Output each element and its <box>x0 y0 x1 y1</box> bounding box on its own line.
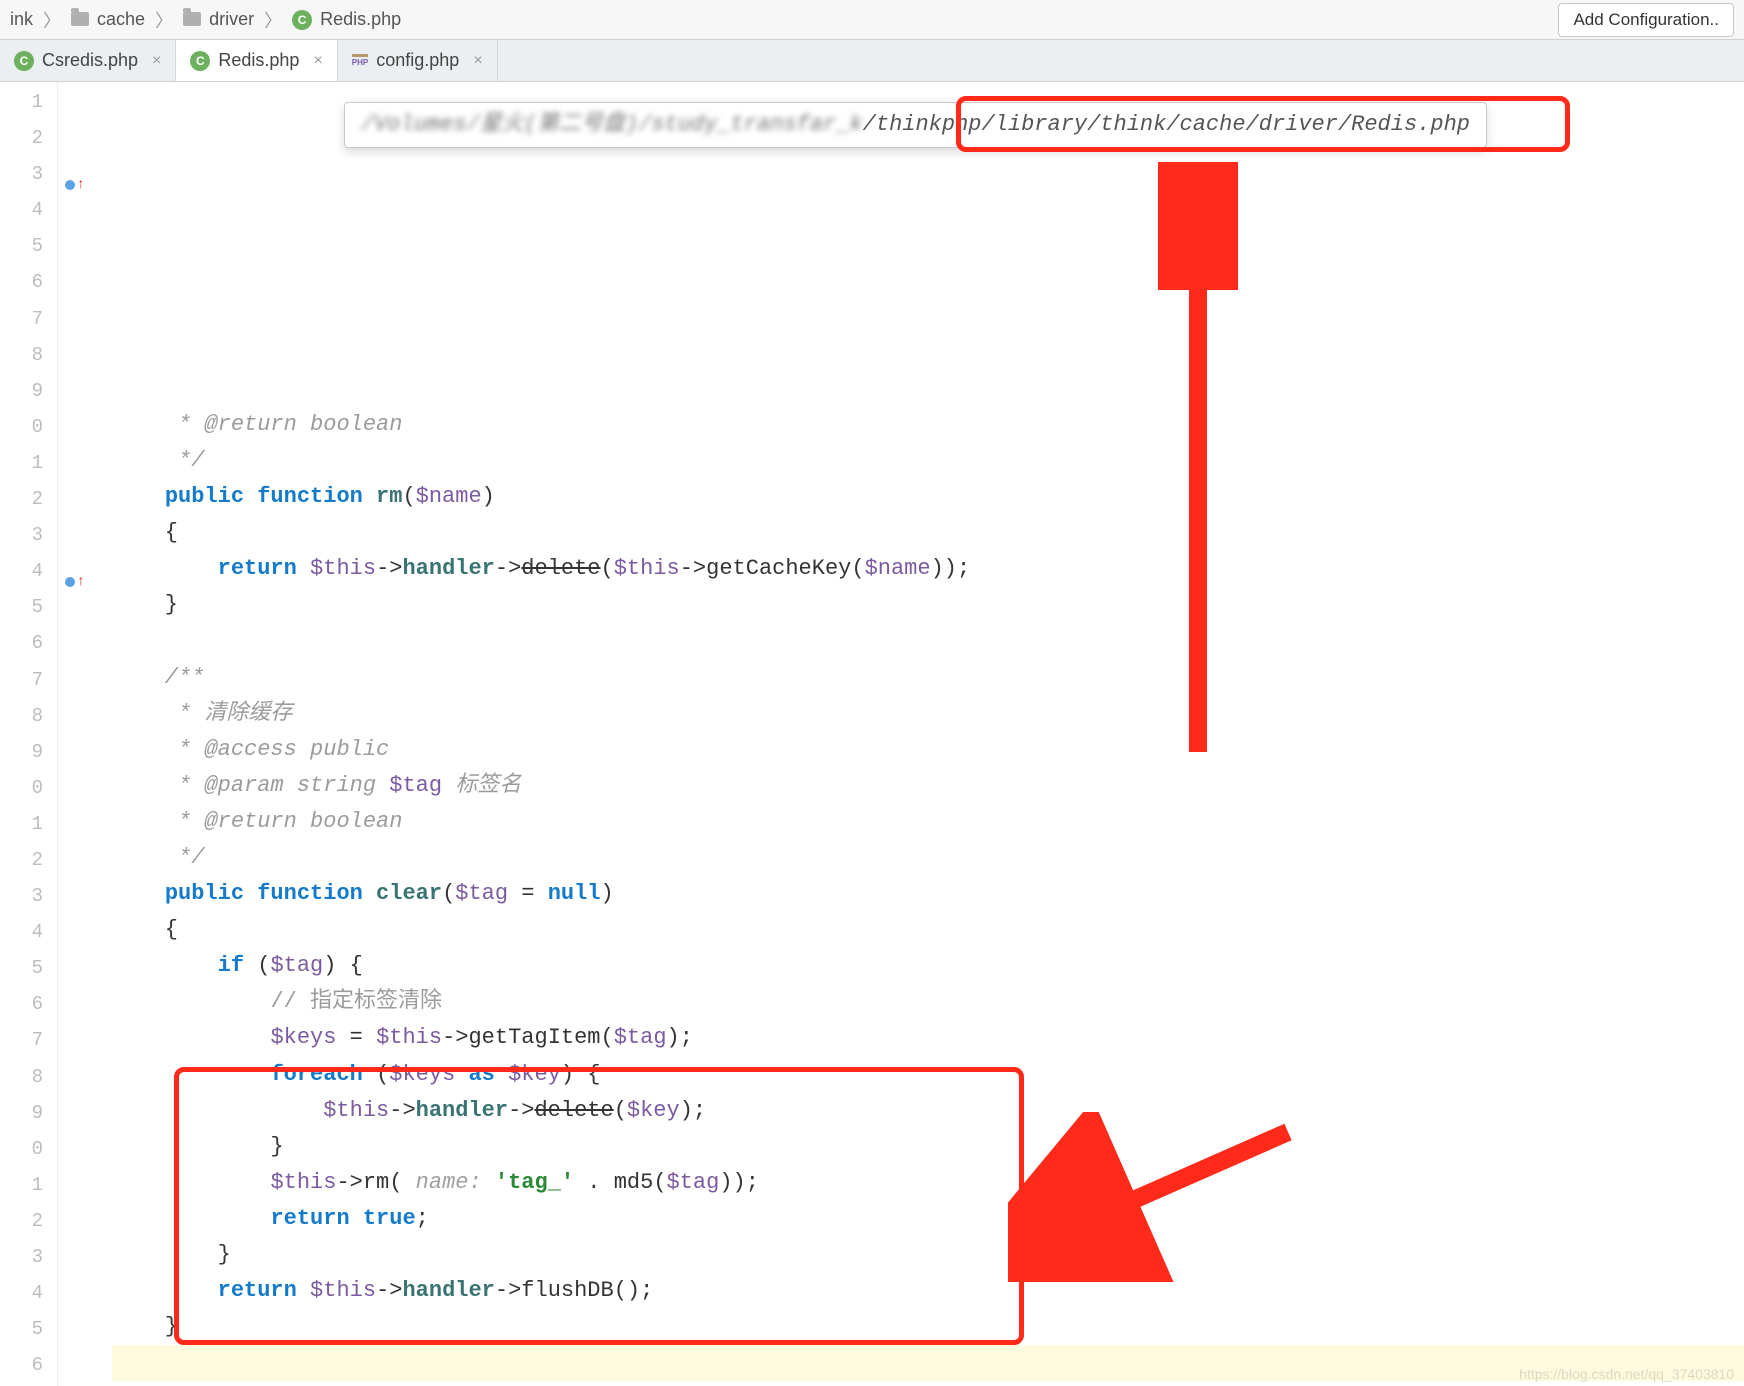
line-number[interactable]: 7 <box>0 662 57 698</box>
code-line[interactable]: * @access public <box>112 732 1744 768</box>
line-number[interactable]: 3 <box>0 878 57 914</box>
code-area[interactable]: /Volumes/星火(第二号盘)/study_transfar_k/think… <box>58 82 1744 1386</box>
line-number[interactable]: 4 <box>0 192 57 228</box>
line-number[interactable]: 1 <box>0 445 57 481</box>
tab-label: Csredis.php <box>42 50 138 71</box>
path-blurred: /Volumes/星火(第二号盘)/study_transfar_k <box>361 107 863 143</box>
line-number[interactable]: 5 <box>0 589 57 625</box>
code-line[interactable]: return $this->handler->delete($this->get… <box>112 551 1744 587</box>
line-number[interactable]: 0 <box>0 770 57 806</box>
code-line[interactable]: return $this->handler->flushDB(); <box>112 1273 1744 1309</box>
tab-config-php[interactable]: PHP config.php × <box>338 40 498 81</box>
code-line[interactable]: * @return boolean <box>112 804 1744 840</box>
class-icon: C <box>190 51 210 71</box>
crumb-think[interactable]: ink <box>10 9 33 30</box>
line-number[interactable]: 8 <box>0 337 57 373</box>
line-number[interactable]: 3 <box>0 1239 57 1275</box>
crumb-file[interactable]: Redis.php <box>320 9 401 30</box>
code-line[interactable]: public function rm($name) <box>112 479 1744 515</box>
code-line[interactable]: */ <box>112 840 1744 876</box>
line-number[interactable]: 6 <box>0 1347 57 1383</box>
code-line[interactable]: } <box>112 1129 1744 1165</box>
line-number[interactable]: 7 <box>0 301 57 337</box>
line-number-gutter: 123↑45678901234↑5678901234567890123456 <box>0 82 58 1386</box>
line-number[interactable]: 1 <box>0 806 57 842</box>
line-number[interactable]: 3 <box>0 517 57 553</box>
watermark: https://blog.csdn.net/qq_37403810 <box>1519 1366 1734 1382</box>
crumb-cache[interactable]: cache <box>97 9 145 30</box>
close-icon[interactable]: × <box>467 52 482 70</box>
code-line[interactable] <box>112 1345 1744 1381</box>
code-line[interactable]: */ <box>112 443 1744 479</box>
line-number[interactable]: 0 <box>0 409 57 445</box>
chevron-right-icon: 〉 <box>41 7 63 33</box>
line-number[interactable]: 5 <box>0 950 57 986</box>
code-editor[interactable]: 123↑45678901234↑5678901234567890123456 /… <box>0 82 1744 1386</box>
code-line[interactable]: * @return boolean <box>112 407 1744 443</box>
code-line[interactable]: } <box>112 1237 1744 1273</box>
line-number[interactable]: 2 <box>0 842 57 878</box>
code-line[interactable]: // 指定标签清除 <box>112 984 1744 1020</box>
line-number[interactable]: 9 <box>0 373 57 409</box>
path-highlighted: /thinkphp/library/think/cache/driver/Red… <box>863 107 1470 143</box>
line-number[interactable]: 2 <box>0 481 57 517</box>
code-line[interactable]: } <box>112 1309 1744 1345</box>
folder-icon <box>183 12 201 26</box>
code-line[interactable]: * @param string $tag 标签名 <box>112 768 1744 804</box>
code-line[interactable] <box>112 623 1744 659</box>
chevron-right-icon: 〉 <box>153 7 175 33</box>
file-path-popup: /Volumes/星火(第二号盘)/study_transfar_k/think… <box>344 102 1487 148</box>
code-line[interactable]: { <box>112 515 1744 551</box>
folder-icon <box>71 12 89 26</box>
line-number[interactable]: 4 <box>0 1275 57 1311</box>
crumb-driver[interactable]: driver <box>209 9 254 30</box>
line-number[interactable]: 3↑ <box>0 156 57 192</box>
line-number[interactable]: 9 <box>0 734 57 770</box>
tab-label: config.php <box>376 50 459 71</box>
line-number[interactable]: 1 <box>0 1167 57 1203</box>
code-line[interactable]: $this->rm( name: 'tag_' . md5($tag)); <box>112 1165 1744 1201</box>
line-number[interactable]: 2 <box>0 120 57 156</box>
breadcrumb-bar: ink 〉 cache 〉 driver 〉 C Redis.php Add C… <box>0 0 1744 40</box>
code-line[interactable] <box>112 1381 1744 1386</box>
class-icon: C <box>292 10 312 30</box>
code-line[interactable]: if ($tag) { <box>112 948 1744 984</box>
chevron-right-icon: 〉 <box>262 7 284 33</box>
line-number[interactable]: 4 <box>0 914 57 950</box>
line-number[interactable]: 2 <box>0 1203 57 1239</box>
close-icon[interactable]: × <box>307 52 322 70</box>
code-line[interactable]: public function clear($tag = null) <box>112 876 1744 912</box>
code-line[interactable]: $keys = $this->getTagItem($tag); <box>112 1020 1744 1056</box>
code-line[interactable]: { <box>112 912 1744 948</box>
line-number[interactable]: 6 <box>0 625 57 661</box>
code-line[interactable]: /** <box>112 660 1744 696</box>
editor-tabs: C Csredis.php × C Redis.php × PHP config.php × <box>0 40 1744 82</box>
line-number[interactable]: 9 <box>0 1095 57 1131</box>
line-number[interactable]: 8 <box>0 698 57 734</box>
code-line[interactable]: $this->handler->delete($key); <box>112 1093 1744 1129</box>
line-number[interactable]: 6 <box>0 986 57 1022</box>
line-number[interactable]: 0 <box>0 1131 57 1167</box>
code-line[interactable]: * 清除缓存 <box>112 696 1744 732</box>
line-number[interactable]: 4↑ <box>0 553 57 589</box>
tab-label: Redis.php <box>218 50 299 71</box>
tab-Csredis-php[interactable]: C Csredis.php × <box>0 40 176 81</box>
tab-Redis-php[interactable]: C Redis.php × <box>176 40 337 81</box>
class-icon: C <box>14 51 34 71</box>
php-file-icon: PHP <box>352 54 368 67</box>
line-number[interactable]: 6 <box>0 264 57 300</box>
line-number[interactable]: 8 <box>0 1059 57 1095</box>
line-number[interactable]: 7 <box>0 1022 57 1058</box>
line-number[interactable]: 5 <box>0 1311 57 1347</box>
close-icon[interactable]: × <box>146 52 161 70</box>
line-number[interactable]: 1 <box>0 84 57 120</box>
line-number[interactable]: 5 <box>0 228 57 264</box>
code-line[interactable]: return true; <box>112 1201 1744 1237</box>
code-line[interactable]: } <box>112 587 1744 623</box>
code-line[interactable]: foreach ($keys as $key) { <box>112 1057 1744 1093</box>
add-configuration-button[interactable]: Add Configuration.. <box>1558 3 1734 37</box>
